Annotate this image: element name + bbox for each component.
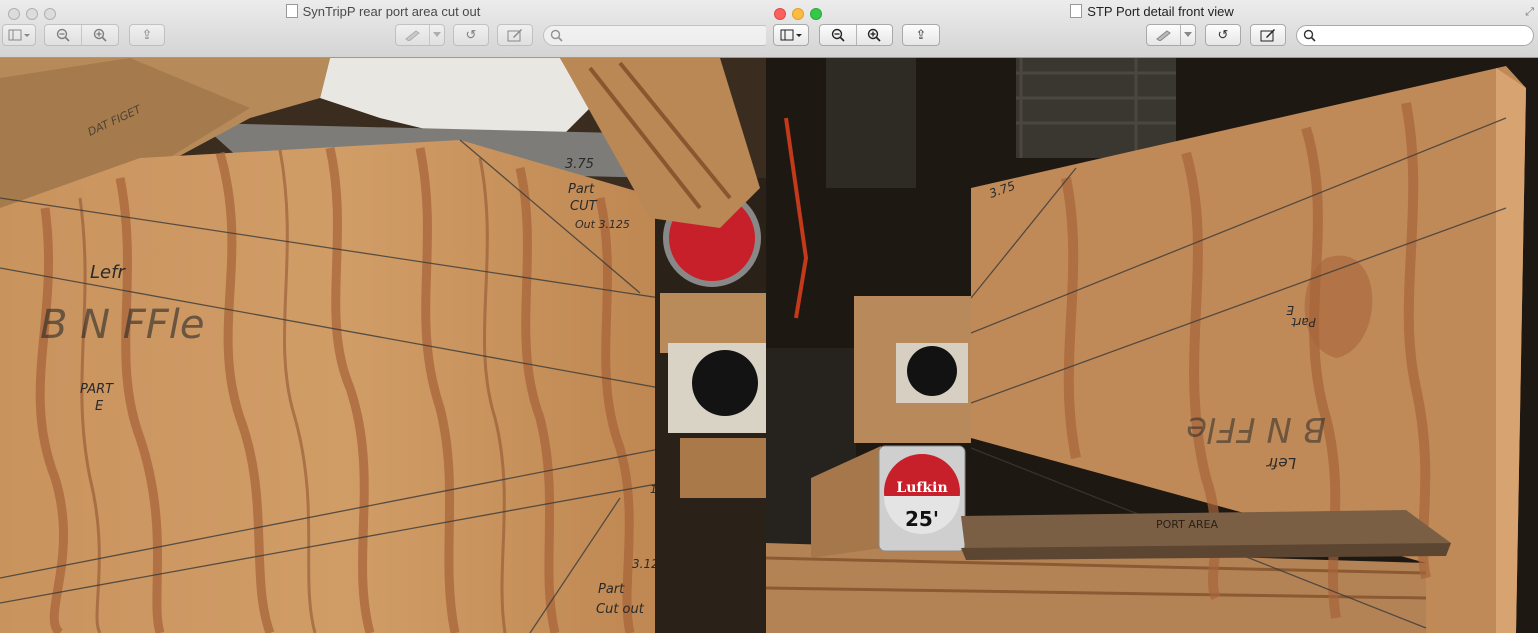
search-icon <box>550 29 563 42</box>
search-input[interactable] <box>563 27 766 44</box>
edit-markup-button[interactable] <box>497 24 533 46</box>
search-field[interactable] <box>1296 25 1534 46</box>
marking-left-right: Lefr <box>1266 454 1296 472</box>
window-title-text: SynTripP rear port area cut out <box>302 4 481 19</box>
zoom-in-button[interactable] <box>855 25 893 45</box>
marking-cutout-bottom: Cut out <box>596 602 645 617</box>
search-input[interactable] <box>1316 27 1527 44</box>
chevron-down-icon <box>1184 32 1192 37</box>
marking-left: Lefr <box>90 262 126 283</box>
rotate-button[interactable]: ↺ <box>453 24 489 46</box>
zoom-out-button[interactable] <box>45 25 81 45</box>
pen-icon <box>404 30 420 41</box>
sidebar-toggle-button[interactable] <box>773 24 809 46</box>
window-title-text: STP Port detail front view <box>1087 4 1234 19</box>
markup-toolbar-control <box>1146 24 1196 46</box>
image-view: Lufkin 25' PORT AREA 3.75 Part E B N FFl… <box>766 58 1538 633</box>
marking-out-3125: Out 3.125 <box>575 218 630 231</box>
marking-baffle-right: B N FFle <box>1186 409 1326 449</box>
search-field[interactable] <box>543 25 766 46</box>
markup-edit-icon <box>507 29 522 42</box>
search-icon <box>1303 29 1316 42</box>
rotate-icon: ↺ <box>1217 27 1229 42</box>
marking-port-area: PORT AREA <box>1156 518 1218 531</box>
marking-e: E <box>95 399 104 414</box>
edit-markup-button[interactable] <box>1250 24 1286 46</box>
title-bar[interactable]: STP Port detail front view ⤢ <box>766 2 1538 22</box>
preview-window-left: SynTripP rear port area cut out ⇪ ↺ 3.75… <box>0 0 766 633</box>
marking-e-right: E <box>1286 303 1294 317</box>
zoom-out-icon <box>831 28 845 42</box>
markup-pen-button[interactable] <box>396 25 429 45</box>
document-icon <box>285 4 298 18</box>
marking-part-bottom: Part <box>598 582 625 597</box>
window-title: SynTripP rear port area cut out <box>0 4 766 19</box>
preview-window-right: STP Port detail front view ⤢ ⇪ ↺ Lufkin … <box>766 0 1538 633</box>
markup-menu-button[interactable] <box>1180 25 1195 45</box>
rotate-icon: ↺ <box>465 27 477 42</box>
sidebar-icon <box>780 29 802 41</box>
share-button[interactable]: ⇪ <box>129 24 165 46</box>
marking-part-top: Part <box>568 182 595 197</box>
share-icon: ⇪ <box>915 27 927 42</box>
markup-menu-button[interactable] <box>429 25 444 45</box>
toolbar: ⇪ ↺ <box>766 24 1538 50</box>
chevron-down-icon <box>433 32 441 37</box>
share-icon: ⇪ <box>141 27 153 42</box>
sidebar-icon <box>8 29 30 41</box>
markup-toolbar-control <box>395 24 445 46</box>
zoom-in-icon <box>93 28 107 42</box>
zoom-in-icon <box>868 28 881 42</box>
marking-cut-top: CUT <box>570 199 598 214</box>
zoom-control <box>819 24 893 46</box>
photo-baffle-rear: 3.75 Part CUT Out 3.125 Lefr B N FFle PA… <box>0 58 766 633</box>
marking-baffle: B N FFle <box>40 302 205 348</box>
toolbar: ⇪ ↺ <box>0 24 766 50</box>
photo-port-front: Lufkin 25' PORT AREA 3.75 Part E B N FFl… <box>766 58 1538 633</box>
fullscreen-icon[interactable]: ⤢ <box>1525 6 1534 19</box>
image-view: 3.75 Part CUT Out 3.125 Lefr B N FFle PA… <box>0 58 766 633</box>
title-bar[interactable]: SynTripP rear port area cut out <box>0 2 766 22</box>
share-button[interactable]: ⇪ <box>902 24 940 46</box>
rotate-button[interactable]: ↺ <box>1205 24 1241 46</box>
markup-edit-icon <box>1260 29 1275 42</box>
tape-brand: Lufkin <box>896 480 947 496</box>
markup-pen-button[interactable] <box>1147 25 1180 45</box>
zoom-out-button[interactable] <box>820 25 856 45</box>
tape-length: 25' <box>905 507 939 531</box>
pen-icon <box>1155 30 1171 41</box>
window-chrome: SynTripP rear port area cut out ⇪ ↺ <box>0 0 766 58</box>
document-icon <box>1070 4 1083 18</box>
marking-375: 3.75 <box>565 157 594 172</box>
marking-part-e: PART <box>80 382 114 397</box>
sidebar-toggle-button[interactable] <box>2 24 36 46</box>
zoom-in-button[interactable] <box>81 25 118 45</box>
window-chrome: STP Port detail front view ⤢ ⇪ ↺ <box>766 0 1538 58</box>
zoom-out-icon <box>56 28 70 42</box>
window-title: STP Port detail front view <box>766 4 1538 19</box>
zoom-control <box>44 24 119 46</box>
